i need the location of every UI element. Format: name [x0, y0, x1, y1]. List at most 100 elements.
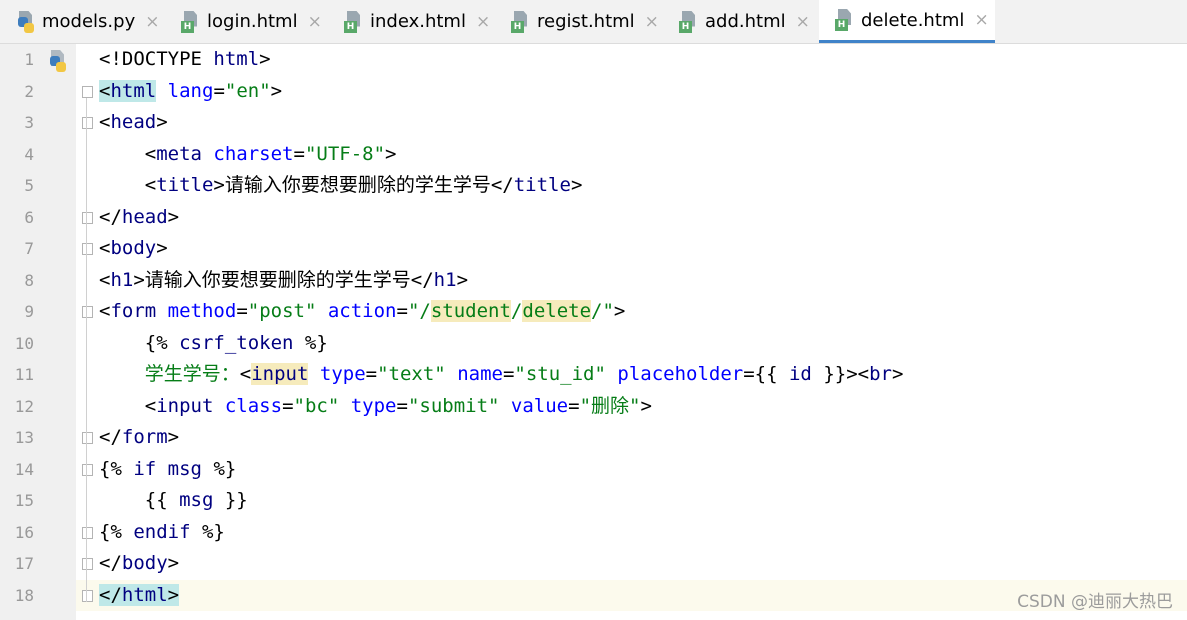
code-line[interactable]: <h1>请输入你要想要删除的学生学号</h1> — [76, 265, 1187, 297]
code-line[interactable]: <html lang="en"> — [76, 76, 1187, 108]
code-token: "submit" — [407, 394, 500, 417]
code-token: < — [99, 394, 157, 417]
code-token: > — [156, 111, 168, 133]
code-token: </ — [99, 583, 122, 606]
tab-add-html[interactable]: Hadd.html × — [663, 0, 819, 43]
tab-models-py[interactable]: models.py × — [0, 0, 165, 43]
code-line[interactable]: <form method="post" action="/student/del… — [76, 296, 1187, 328]
fold-marker-icon[interactable] — [82, 117, 93, 129]
fold-marker-icon[interactable] — [82, 463, 93, 476]
code-token: > — [167, 583, 180, 606]
code-line[interactable]: {% if msg %} — [76, 454, 1187, 486]
close-icon[interactable]: × — [308, 12, 322, 32]
code-token: < — [99, 79, 111, 102]
code-line[interactable]: <body> — [76, 233, 1187, 265]
code-token: 学生学号： — [99, 363, 240, 385]
code-token: input — [156, 394, 214, 417]
line-number: 12 — [14, 396, 34, 416]
tab-label: delete.html — [861, 9, 965, 31]
close-icon[interactable]: × — [476, 12, 490, 32]
code-token: meta — [156, 142, 202, 165]
fold-marker-icon[interactable] — [82, 211, 93, 224]
code-token: "/ — [407, 300, 431, 322]
code-token: value — [510, 394, 569, 417]
code-token: "删除" — [579, 394, 641, 417]
code-line[interactable]: </form> — [76, 422, 1187, 454]
code-token: }} — [213, 489, 248, 511]
code-token: < — [99, 268, 111, 291]
code-token: title — [513, 174, 571, 196]
code-token: body — [110, 237, 157, 259]
tab-index-html[interactable]: Hindex.html × — [328, 0, 495, 43]
code-line[interactable]: {% csrf_token %} — [76, 328, 1187, 360]
code-token: > — [167, 552, 180, 574]
code-line[interactable]: <input class="bc" type="submit" value="删… — [76, 391, 1187, 423]
code-token: endif — [133, 520, 191, 543]
code-line[interactable]: <title>请输入你要想要删除的学生学号</title> — [76, 170, 1187, 202]
html-badge: H — [181, 20, 194, 33]
tab-delete-html[interactable]: Hdelete.html × — [819, 0, 995, 43]
code-line[interactable]: </head> — [76, 202, 1187, 234]
code-line[interactable]: <head> — [76, 107, 1187, 139]
fold-marker-icon[interactable] — [82, 243, 93, 255]
line-number: 5 — [24, 176, 34, 195]
code-line[interactable]: <meta charset="UTF-8"> — [76, 139, 1187, 171]
html-badge: H — [835, 19, 848, 31]
tab-label: index.html — [370, 11, 466, 32]
editor-tab-bar: models.py × Hlogin.html × Hindex.html × Hregis… — [0, 0, 1187, 44]
html-file-icon: H — [679, 10, 699, 33]
close-icon[interactable]: × — [145, 12, 159, 32]
code-token: head — [121, 205, 168, 228]
tab-label: models.py — [42, 11, 136, 32]
fold-marker-icon[interactable] — [82, 306, 93, 318]
code-token: > — [167, 205, 180, 228]
html-file-icon: H — [181, 10, 201, 33]
code-line[interactable]: </body> — [76, 548, 1187, 580]
code-token: < — [99, 174, 157, 196]
fold-marker-icon[interactable] — [82, 432, 93, 444]
code-token: title — [156, 174, 214, 196]
code-line[interactable]: <!DOCTYPE html> — [76, 44, 1187, 76]
code-token: }}>< — [811, 363, 870, 385]
python-file-icon — [48, 50, 68, 72]
fold-marker-icon[interactable] — [82, 589, 93, 602]
code-token: method — [167, 300, 237, 322]
code-line[interactable]: {% endif %} — [76, 517, 1187, 549]
code-line[interactable]: 学生学号：<input type="text" name="stu_id" pl… — [76, 359, 1187, 391]
code-token: = — [396, 300, 408, 322]
fold-marker-icon[interactable] — [82, 85, 93, 98]
close-icon[interactable]: × — [796, 12, 810, 32]
fold-marker-icon[interactable] — [82, 526, 93, 539]
code-token: charset — [213, 142, 294, 165]
html-badge: H — [511, 20, 524, 33]
code-token: {% — [99, 331, 180, 354]
fold-marker-icon[interactable] — [82, 558, 93, 570]
close-icon[interactable]: × — [974, 10, 988, 30]
tab-regist-html[interactable]: Hregist.html × — [495, 0, 663, 43]
code-token: / — [510, 300, 523, 322]
code-token: type — [350, 394, 397, 417]
html-file-icon: H — [344, 10, 364, 33]
line-number: 3 — [24, 113, 34, 132]
tab-login-html[interactable]: Hlogin.html × — [165, 0, 328, 43]
line-number: 8 — [24, 270, 34, 290]
code-token: id — [788, 363, 812, 385]
code-token: name — [457, 363, 503, 385]
code-editor[interactable]: <!DOCTYPE html> <html lang="en"> <head> <m… — [76, 44, 1187, 620]
code-token: < — [99, 142, 157, 165]
code-token: </ — [99, 205, 122, 228]
code-token: body — [121, 552, 168, 574]
line-number: 16 — [14, 522, 34, 542]
code-token: "text" — [377, 363, 446, 385]
code-token: form — [110, 300, 157, 322]
code-token: html — [213, 48, 260, 70]
close-icon[interactable]: × — [645, 12, 659, 32]
code-token: lang — [167, 79, 214, 102]
code-token: msg — [167, 457, 202, 480]
code-line[interactable]: {{ msg }} — [76, 485, 1187, 517]
